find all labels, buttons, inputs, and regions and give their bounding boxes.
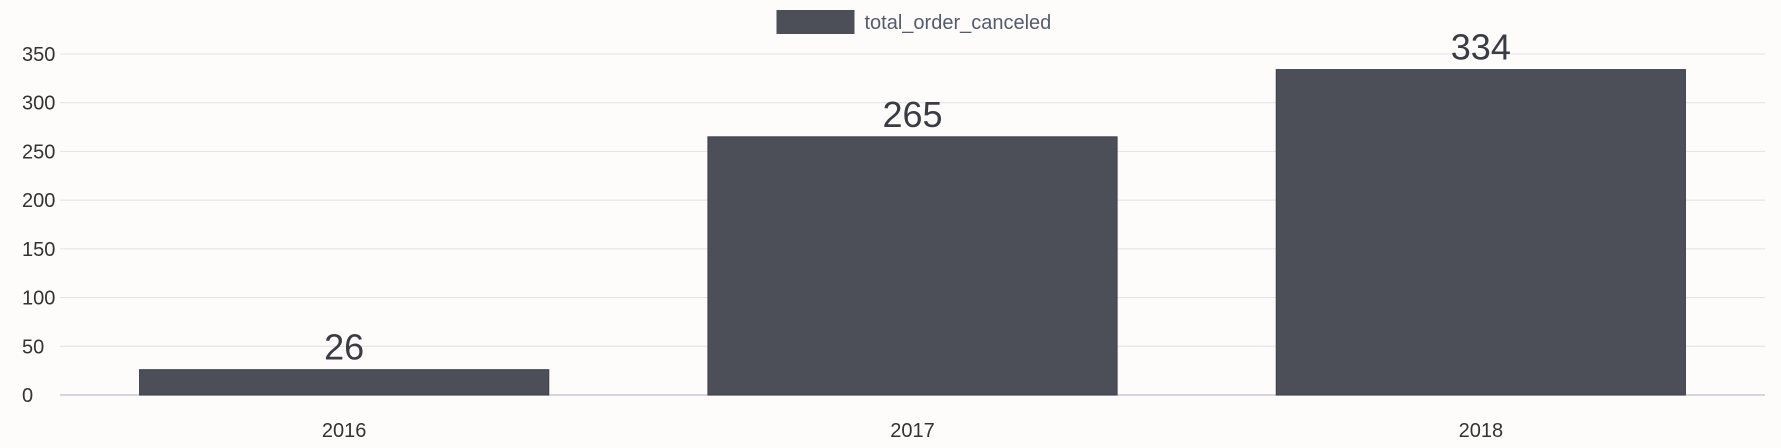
x-axis: 2016 2017 2018	[322, 420, 1503, 442]
y-tick-label: 200	[22, 190, 55, 212]
y-tick-label: 100	[22, 288, 55, 310]
y-tick-label: 50	[22, 336, 44, 358]
data-label-2017: 265	[882, 94, 942, 135]
chart-canvas: 050100150200250300350 26265334 2016 2017 2…	[22, 10, 1765, 442]
x-tick-label-2016: 2016	[322, 420, 367, 442]
data-label-2018: 334	[1451, 27, 1511, 68]
y-tick-label: 0	[22, 385, 33, 407]
y-tick-label: 300	[22, 93, 55, 115]
legend[interactable]: total_order_canceled	[776, 10, 1052, 34]
bar-2016[interactable]	[139, 369, 550, 396]
data-label-2016: 26	[324, 327, 364, 368]
y-tick-label: 350	[22, 44, 55, 66]
bar-2018[interactable]	[1275, 69, 1686, 396]
y-tick-label: 250	[22, 141, 55, 163]
y-axis: 0 50 100 150 200 250 300 350	[22, 44, 55, 407]
legend-label[interactable]: total_order_canceled	[865, 12, 1052, 34]
bar-2017[interactable]	[707, 136, 1118, 396]
y-tick-label: 150	[22, 239, 55, 261]
x-tick-label-2018: 2018	[1459, 420, 1504, 442]
legend-swatch[interactable]	[776, 10, 855, 34]
bar-chart: 0 50 100 150 200 250 300 350 26 265 334 2016 2017 2…	[0, 0, 1781, 448]
x-tick-label-2017: 2017	[890, 420, 935, 442]
